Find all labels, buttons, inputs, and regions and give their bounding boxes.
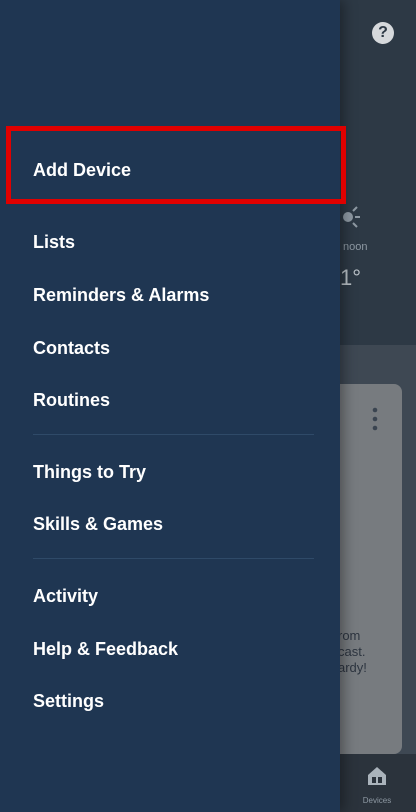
- menu-divider: [33, 558, 314, 559]
- menu-item-lists[interactable]: Lists: [33, 231, 75, 253]
- devices-tab-label[interactable]: Devices: [360, 796, 394, 805]
- menu-item-activity[interactable]: Activity: [33, 585, 98, 607]
- card-text-line: cast.: [338, 644, 366, 659]
- card-text-line: rom: [338, 628, 361, 643]
- devices-icon[interactable]: [366, 766, 388, 786]
- weather-label: noon: [343, 241, 368, 253]
- card-text: rom cast. ardy!: [338, 628, 402, 676]
- weather-temperature: 1°: [340, 265, 362, 290]
- menu-item-contacts[interactable]: Contacts: [33, 337, 110, 359]
- menu-item-reminders-alarms[interactable]: Reminders & Alarms: [33, 284, 209, 306]
- navigation-drawer: Add Device Lists Reminders & Alarms Cont…: [0, 0, 340, 812]
- help-icon[interactable]: ?: [372, 22, 394, 44]
- menu-item-skills-games[interactable]: Skills & Games: [33, 513, 163, 535]
- menu-item-things-to-try[interactable]: Things to Try: [33, 461, 146, 483]
- menu-divider: [33, 434, 314, 435]
- background-card[interactable]: [330, 384, 402, 754]
- menu-item-add-device[interactable]: Add Device: [33, 159, 131, 181]
- app-screen: ? noon 1° rom cast. ardy! Devices Add De…: [0, 0, 416, 812]
- menu-item-help-feedback[interactable]: Help & Feedback: [33, 638, 178, 660]
- menu-item-settings[interactable]: Settings: [33, 690, 104, 712]
- more-vert-icon[interactable]: [370, 406, 380, 432]
- card-text-line: ardy!: [338, 660, 367, 675]
- sun-icon: [343, 206, 360, 228]
- menu-item-routines[interactable]: Routines: [33, 389, 110, 411]
